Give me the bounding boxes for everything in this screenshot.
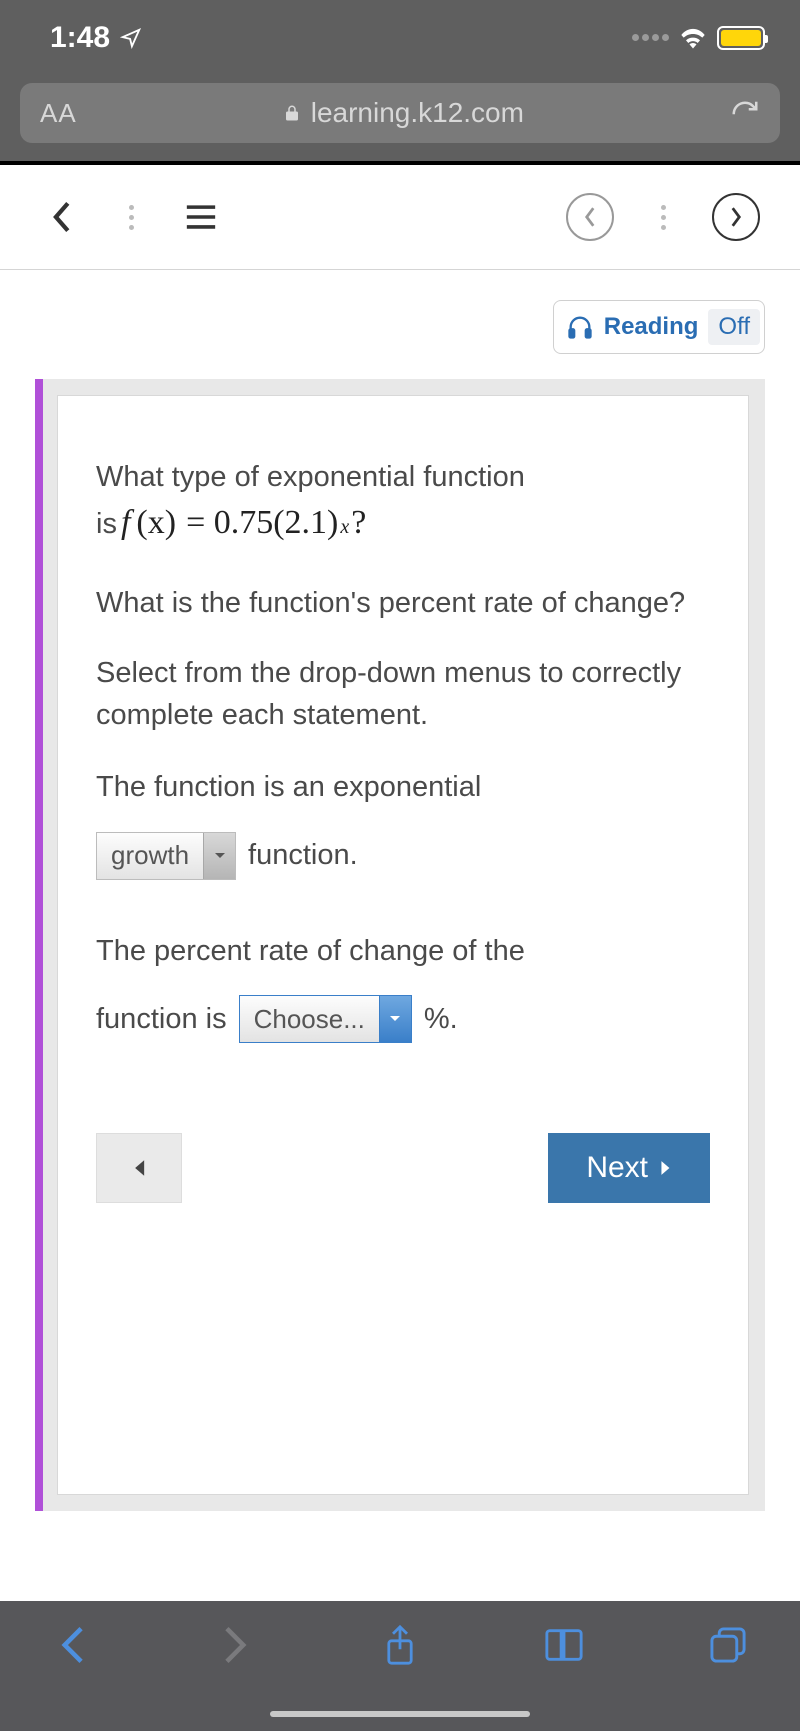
- nav-row: Next: [96, 1133, 710, 1203]
- time-value: 1:48: [50, 21, 110, 55]
- chevron-down-icon: [379, 996, 411, 1042]
- more-vertical-icon[interactable]: [110, 196, 152, 238]
- question-card: What type of exponential function is f (…: [35, 379, 765, 1511]
- statement-1-row: growth function.: [96, 832, 710, 880]
- page-body: Reading Off What type of exponential fun…: [0, 270, 800, 1511]
- url-bar-container: AA learning.k12.com: [0, 75, 800, 161]
- triangle-right-icon: [660, 1160, 672, 1176]
- url-text: learning.k12.com: [311, 97, 524, 129]
- next-button[interactable]: Next: [548, 1133, 710, 1203]
- back-chevron-icon[interactable]: [40, 196, 82, 238]
- status-bar: 1:48: [0, 0, 800, 75]
- bookmarks-button[interactable]: [542, 1623, 586, 1667]
- more-vertical-icon-2[interactable]: [642, 196, 684, 238]
- text-size-button[interactable]: AA: [40, 98, 77, 129]
- question-line-1: What type of exponential function: [96, 456, 710, 498]
- question-line-2: What is the function's percent rate of c…: [96, 582, 710, 624]
- location-icon: [120, 27, 142, 49]
- next-page-button[interactable]: [712, 193, 760, 241]
- battery-icon: [717, 26, 765, 50]
- safari-bottom-bar: [0, 1601, 800, 1731]
- dropdown-type[interactable]: growth: [96, 832, 236, 880]
- next-label: Next: [586, 1151, 648, 1185]
- browser-back-button[interactable]: [50, 1623, 94, 1667]
- reading-toggle[interactable]: Reading Off: [553, 300, 765, 354]
- dropdown-percent[interactable]: Choose...: [239, 995, 412, 1043]
- home-indicator[interactable]: [270, 1711, 530, 1717]
- share-button[interactable]: [378, 1623, 422, 1667]
- reading-state: Off: [708, 309, 760, 345]
- prev-button[interactable]: [96, 1133, 182, 1203]
- question-line-3: Select from the drop-down menus to corre…: [96, 652, 710, 736]
- headphones-icon: [566, 313, 594, 341]
- statement-1-tail: function.: [248, 839, 358, 872]
- status-time: 1:48: [50, 21, 142, 55]
- browser-forward-button: [214, 1623, 258, 1667]
- statement-2b: function is: [96, 1003, 227, 1036]
- wifi-icon: [679, 27, 707, 49]
- signal-dots-icon: [632, 34, 669, 41]
- prev-page-button[interactable]: [566, 193, 614, 241]
- statement-2a: The percent rate of change of the: [96, 930, 710, 974]
- status-right: [632, 26, 765, 50]
- question-inner: What type of exponential function is f (…: [57, 395, 749, 1495]
- dropdown-type-value: growth: [97, 840, 203, 871]
- statement-2-row: function is Choose... %.: [96, 995, 710, 1043]
- dropdown-percent-value: Choose...: [240, 1004, 379, 1035]
- statement-1: The function is an exponential: [96, 766, 710, 810]
- refresh-icon[interactable]: [730, 98, 760, 128]
- lock-icon: [283, 102, 301, 124]
- question-formula: is f (x) = 0.75(2.1)x ?: [96, 504, 710, 542]
- statement-2-tail: %.: [424, 1003, 458, 1036]
- url-display: learning.k12.com: [77, 97, 730, 129]
- url-bar[interactable]: AA learning.k12.com: [20, 83, 780, 143]
- reading-label: Reading: [604, 313, 699, 341]
- app-toolbar: [0, 165, 800, 270]
- chevron-down-icon: [203, 833, 235, 879]
- tabs-button[interactable]: [706, 1623, 750, 1667]
- triangle-left-icon: [132, 1159, 146, 1177]
- menu-icon[interactable]: [180, 196, 222, 238]
